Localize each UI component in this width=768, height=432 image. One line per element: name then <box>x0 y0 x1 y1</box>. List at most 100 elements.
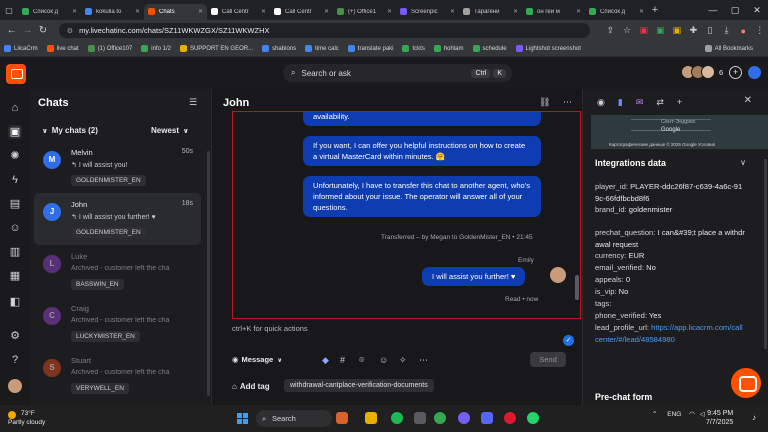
bookmark-link[interactable]: hohlam <box>433 45 464 52</box>
tag-chip[interactable]: withdrawal-cantplace-verification-docume… <box>284 379 434 392</box>
attachment-icon[interactable]: ⌾ <box>359 355 364 366</box>
settings-icon[interactable]: ⚙ <box>8 329 22 343</box>
reports-icon[interactable]: ▥ <box>8 245 22 259</box>
marketplace-icon[interactable]: ▦ <box>8 269 22 283</box>
link-icon[interactable]: ⛓ <box>539 97 550 107</box>
profile-avatar[interactable] <box>748 65 762 79</box>
show-hidden-icons[interactable]: ⌃ <box>652 411 657 418</box>
message-scrollbar[interactable] <box>575 275 579 300</box>
browser-tab[interactable]: Call Centr ✕ <box>207 4 270 20</box>
details-scrollbar[interactable] <box>764 159 767 349</box>
forward-icon[interactable]: → <box>20 25 36 36</box>
news-icon[interactable]: ◧ <box>8 295 22 309</box>
tab-close-icon[interactable]: ✕ <box>513 8 518 15</box>
archive-icon[interactable]: ▤ <box>8 197 22 211</box>
browser-menu-icon[interactable]: ⋮ <box>751 25 768 36</box>
chat-list-item[interactable]: J John 18s ↰ I will assist you further! ♥ GO… <box>34 193 201 245</box>
livechat-logo[interactable] <box>6 64 26 84</box>
bookmark-link[interactable]: Lightshot screenshot <box>515 45 581 52</box>
browser-tab[interactable]: (+) Office1 ✕ <box>333 4 396 20</box>
tab-close-icon[interactable]: ✕ <box>261 8 266 15</box>
agent-avatar[interactable] <box>8 379 22 393</box>
url-field[interactable]: ⚙ my.livechatinc.com/chats/SZ11WKWZGX/SZ… <box>58 23 591 38</box>
livechat-widget-button[interactable] <box>731 368 761 398</box>
close-icon[interactable]: ✕ <box>744 95 752 106</box>
canned-response-icon[interactable]: # <box>340 355 345 365</box>
chrome-icon[interactable] <box>434 412 446 424</box>
all-bookmarks-link[interactable]: All Bookmarks <box>704 45 753 52</box>
back-icon[interactable]: ← <box>4 25 20 36</box>
minimize-icon[interactable]: — <box>702 0 724 20</box>
profile-avatar[interactable]: ● <box>735 26 752 36</box>
browser-tab[interactable]: Список д ✕ <box>585 4 648 20</box>
add-tag-button[interactable]: ⌂ Add tag <box>232 382 270 391</box>
bookmark-link[interactable]: LiicaCrm <box>4 45 38 52</box>
bookmark-link[interactable]: time calc <box>305 45 339 52</box>
tab-close-icon[interactable]: ✕ <box>135 8 140 15</box>
customer-tab-icon[interactable]: ◉ <box>597 97 605 108</box>
language-indicator[interactable]: ENG <box>667 411 681 418</box>
tab-close-icon[interactable]: ✕ <box>72 8 77 15</box>
download-icon[interactable]: ⤓ <box>718 25 735 36</box>
extension-icon[interactable]: ▣ <box>652 25 669 36</box>
transfer-tab-icon[interactable]: ⇄ <box>656 97 664 108</box>
agents-avatars[interactable]: 6 + <box>681 65 762 79</box>
message-mode-dropdown[interactable]: ◉ Message ∨ <box>232 355 282 364</box>
file-explorer-icon[interactable] <box>365 412 377 424</box>
tab-close-icon[interactable]: ✕ <box>198 8 203 15</box>
more-options-icon[interactable]: ⋯ <box>419 355 428 366</box>
location-map[interactable]: Сент-Эндрюс Google Картографические данн… <box>591 115 768 149</box>
tab-search-icon[interactable]: ▢ <box>0 6 18 15</box>
widget-icon[interactable] <box>336 412 348 424</box>
reload-icon[interactable]: ↻ <box>35 25 51 36</box>
emoji-icon[interactable]: ☺ <box>379 355 388 365</box>
bookmark-star-icon[interactable]: ☆ <box>619 25 636 36</box>
grammar-check-icon[interactable]: ✓ <box>563 335 574 346</box>
filter-icon[interactable]: ☰ <box>189 97 197 108</box>
tab-close-icon[interactable]: ✕ <box>639 8 644 15</box>
browser-tab[interactable]: Chats ✕ <box>144 3 207 20</box>
sort-dropdown[interactable]: Newest ∨ <box>151 126 189 135</box>
bookmark-link[interactable]: (1) Office107 <box>87 45 132 52</box>
tray-app-icon[interactable] <box>414 412 426 424</box>
browser-tab[interactable]: Список д ✕ <box>18 4 81 20</box>
viber-icon[interactable] <box>458 412 470 424</box>
bookmark-link[interactable]: SUPPORT EN GEOR... <box>179 45 253 52</box>
volume-icon[interactable]: ◁ <box>700 411 705 418</box>
browser-tab[interactable]: он гей м ✕ <box>522 4 585 20</box>
new-tab-button[interactable]: + <box>648 4 662 16</box>
add-tab-icon[interactable]: + <box>677 97 682 107</box>
browser-tab[interactable]: Тарагени ✕ <box>459 4 522 20</box>
browser-tab[interactable]: Call Centr ✕ <box>270 4 333 20</box>
spotify-icon[interactable] <box>391 412 403 424</box>
whatsapp-icon[interactable] <box>527 412 539 424</box>
ai-icon[interactable]: ◆ <box>322 355 329 366</box>
global-search[interactable]: ⌕ Search or ask Ctrl K <box>283 64 512 82</box>
share-icon[interactable]: ⇪ <box>602 25 619 36</box>
bookmark-link[interactable]: live chat <box>46 45 79 52</box>
extension-icon[interactable]: ▣ <box>669 25 686 36</box>
chats-icon[interactable]: ▣ <box>8 125 22 139</box>
extension-icon[interactable]: ▣ <box>635 25 652 36</box>
my-chats-section-toggle[interactable]: ∨ My chats (2) <box>42 126 98 135</box>
tab-close-icon[interactable]: ✕ <box>576 8 581 15</box>
chevron-down-icon[interactable]: ∨ <box>740 158 746 167</box>
chat-list-item[interactable]: M Melvin 50s ↰ I will assist you! GOLDENMIST… <box>34 141 201 193</box>
taskbar-clock[interactable]: 9:45 PM 7/7/2025 <box>706 409 733 427</box>
chat-list-item[interactable]: S Stuart Archived - customer left the cha V… <box>34 349 201 401</box>
chat-list-scrollbar[interactable] <box>207 151 210 396</box>
more-icon[interactable]: ⋯ <box>563 97 572 107</box>
close-window-icon[interactable]: ✕ <box>746 0 768 20</box>
help-icon[interactable]: ? <box>8 353 22 367</box>
magic-wand-icon[interactable]: ✧ <box>399 355 407 366</box>
taskbar-search[interactable]: ⌕ Search <box>256 410 332 427</box>
side-panel-icon[interactable]: ▯ <box>702 25 719 36</box>
tab-close-icon[interactable]: ✕ <box>450 8 455 15</box>
discord-icon[interactable] <box>481 412 493 424</box>
tab-close-icon[interactable]: ✕ <box>387 8 392 15</box>
bookmark-link[interactable]: tckts <box>402 45 425 52</box>
maximize-icon[interactable]: ▢ <box>724 0 746 20</box>
bookmark-tab-icon[interactable]: ▮ <box>618 97 623 108</box>
weather-widget[interactable]: 73°F Partly cloudy <box>8 409 45 427</box>
tab-close-icon[interactable]: ✕ <box>324 8 329 15</box>
